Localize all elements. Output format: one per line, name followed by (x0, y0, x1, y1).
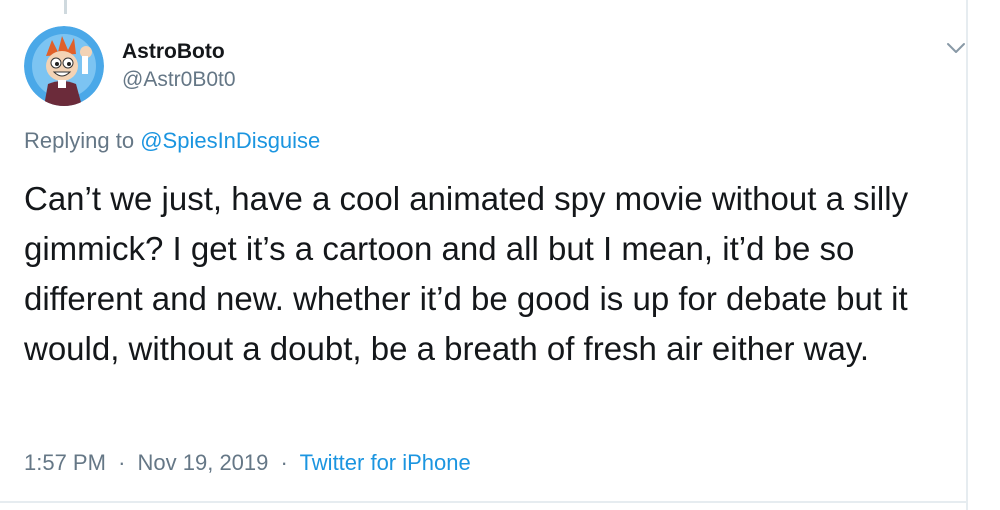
tweet-date[interactable]: Nov 19, 2019 (138, 450, 269, 475)
thread-connector-line (64, 0, 67, 14)
separator-dot: · (280, 450, 288, 475)
tweet-card: AstroBoto @Astr0B0t0 Replying to @SpiesI… (0, 0, 1000, 510)
replying-to-line: Replying to @SpiesInDisguise (24, 128, 320, 154)
author-handle[interactable]: @Astr0B0t0 (122, 68, 236, 92)
replying-to-mention-link[interactable]: @SpiesInDisguise (140, 128, 320, 153)
card-right-border (966, 0, 968, 510)
tweet-source-link[interactable]: Twitter for iPhone (300, 450, 471, 475)
tweet-text: Can’t we just, have a cool animated spy … (24, 180, 909, 367)
card-bottom-border (0, 501, 968, 503)
tweet-metadata: 1:57 PM · Nov 19, 2019 · Twitter for iPh… (24, 450, 471, 476)
chevron-down-icon[interactable] (944, 38, 968, 58)
tweet-time[interactable]: 1:57 PM (24, 450, 106, 475)
replying-to-label: Replying to (24, 128, 135, 153)
author-display-name[interactable]: AstroBoto (122, 40, 225, 64)
separator-dot: · (118, 450, 126, 475)
avatar[interactable] (24, 26, 104, 106)
